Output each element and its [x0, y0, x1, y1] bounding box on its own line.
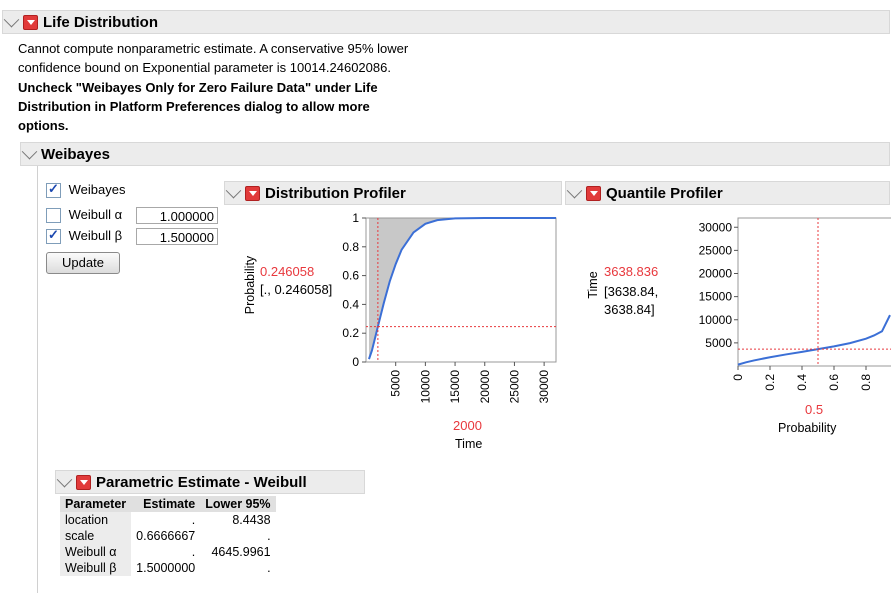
quant-y-value[interactable]: 3638.836 — [604, 264, 658, 279]
table-row: scale 0.6666667. — [60, 528, 276, 544]
life-distribution-title: Life Distribution — [43, 13, 158, 31]
weibull-alpha-row[interactable]: Weibull α — [46, 207, 123, 224]
quant-y-axis-label: Time — [586, 271, 600, 299]
weibayes-checkbox-row[interactable]: Weibayes — [46, 181, 126, 199]
parametric-estimate-table-wrap: Parameter Estimate Lower 95% location. 8.44… — [60, 496, 276, 576]
y-tick-label: 0.2 — [342, 326, 359, 340]
column-header: Lower 95% — [200, 496, 276, 512]
message-line: Cannot compute nonparametric estimate. A… — [18, 41, 409, 56]
distribution-profiler-title: Distribution Profiler — [265, 184, 406, 202]
x-tick-label: 5000 — [389, 370, 403, 397]
table-row: Weibull β 1.5000000. — [60, 560, 276, 576]
weibull-alpha-label: Weibull α — [68, 207, 123, 222]
dist-x-value[interactable]: 2000 — [453, 418, 482, 433]
dist-x-axis-label: Time — [455, 437, 483, 451]
collapse-disclosure-icon[interactable] — [56, 471, 73, 487]
distribution-profiler-plot[interactable]: 00.20.40.60.815000 10000 15000 20000 25000 30… — [330, 210, 560, 450]
collapse-disclosure-icon[interactable] — [3, 11, 20, 27]
life-distribution-header[interactable]: Life Distribution — [2, 10, 890, 34]
weibull-alpha-checkbox[interactable] — [46, 208, 61, 224]
warning-line: Distribution in Platform Preferences dia… — [18, 99, 370, 114]
quant-x-value[interactable]: 0.5 — [805, 402, 823, 417]
table-cell: scale — [60, 528, 132, 544]
weibull-beta-checkbox[interactable] — [46, 227, 61, 245]
quantile-profiler-plot[interactable]: 5000 10000 15000 20000 25000 30000 0 0.2 0.4 0.6 0… — [660, 210, 891, 410]
y-tick-label: 1 — [352, 211, 359, 225]
red-triangle-menu-icon[interactable] — [586, 185, 601, 201]
table-cell: Weibull β — [60, 560, 132, 576]
y-tick-label: 25000 — [699, 243, 733, 257]
x-tick-label: 0 — [731, 374, 745, 381]
weibull-beta-row[interactable]: Weibull β — [46, 227, 123, 245]
weibull-beta-label: Weibull β — [68, 228, 123, 243]
y-tick-label: 0.8 — [342, 240, 359, 254]
distribution-profiler-header[interactable]: Distribution Profiler — [224, 181, 562, 205]
weibull-alpha-input[interactable]: 1.000000 — [136, 207, 218, 224]
dist-y-axis-label: Probability — [243, 255, 257, 315]
update-button[interactable]: Update — [46, 252, 120, 274]
quant-x-axis-label: Probability — [778, 421, 837, 435]
table-cell: . — [267, 529, 271, 543]
confidence-band — [368, 218, 556, 360]
quantile-profiler-header[interactable]: Quantile Profiler — [565, 181, 890, 205]
x-tick-label: 0.4 — [795, 374, 809, 391]
red-triangle-menu-icon[interactable] — [245, 185, 260, 201]
collapse-disclosure-icon[interactable] — [566, 182, 583, 198]
y-tick-label: 20000 — [699, 267, 733, 281]
parametric-estimate-header[interactable]: Parametric Estimate - Weibull — [55, 470, 365, 494]
quantile-profiler-title: Quantile Profiler — [606, 184, 723, 202]
x-tick-label: 0.8 — [859, 374, 873, 391]
x-tick-label: 15000 — [448, 370, 462, 404]
red-triangle-menu-icon[interactable] — [76, 474, 91, 490]
x-tick-label: 25000 — [507, 370, 521, 404]
y-tick-label: 10000 — [699, 313, 733, 327]
table-cell: . — [267, 561, 271, 575]
weibayes-header[interactable]: Weibayes — [20, 142, 890, 166]
table-cell: 8.4438 — [232, 513, 271, 527]
quant-y-interval: [3638.84, 3638.84] — [604, 283, 658, 319]
collapse-disclosure-icon[interactable] — [225, 182, 242, 198]
table-cell: Weibull α — [60, 544, 132, 560]
weibayes-title: Weibayes — [41, 145, 110, 163]
collapse-disclosure-icon[interactable] — [21, 143, 38, 159]
message-text: Cannot compute nonparametric estimate. A… — [18, 39, 408, 77]
table-cell: 4645.9961 — [211, 545, 271, 559]
x-tick-label: 10000 — [418, 370, 432, 404]
warning-line: options. — [18, 118, 69, 133]
column-header: Parameter — [60, 496, 132, 512]
table-row: Weibull α. 4645.9961 — [60, 544, 276, 560]
weibayes-checkbox[interactable] — [46, 181, 61, 199]
table-cell: . — [191, 545, 196, 559]
y-tick-label: 0.4 — [342, 297, 359, 311]
table-cell: 0.6666667 — [136, 529, 196, 543]
warning-line: Uncheck "Weibayes Only for Zero Failure … — [18, 80, 378, 95]
parametric-estimate-table: Parameter Estimate Lower 95% location. 8.44… — [60, 496, 276, 576]
plot-frame — [737, 217, 891, 367]
y-tick-label: 30000 — [699, 220, 733, 234]
table-row: location. 8.4438 — [60, 512, 276, 528]
dist-y-interval: [., 0.246058] — [260, 282, 333, 297]
quant-interval-line: 3638.84] — [604, 302, 655, 317]
table-cell: 1.5000000 — [136, 561, 196, 575]
table-cell: location — [60, 512, 132, 528]
warning-text: Uncheck "Weibayes Only for Zero Failure … — [18, 78, 378, 135]
x-tick-label: 20000 — [478, 370, 492, 404]
quant-interval-line: [3638.84, — [604, 284, 659, 299]
y-tick-label: 5000 — [705, 336, 732, 350]
x-tick-label: 0.2 — [763, 374, 777, 391]
dist-y-value[interactable]: 0.246058 — [260, 264, 314, 279]
weibull-beta-input[interactable]: 1.500000 — [136, 228, 218, 245]
red-triangle-menu-icon[interactable] — [23, 14, 38, 30]
parametric-estimate-title: Parametric Estimate - Weibull — [96, 473, 307, 491]
y-tick-label: 0.6 — [342, 269, 359, 283]
column-header: Estimate — [131, 496, 201, 512]
message-line: confidence bound on Exponential paramete… — [18, 60, 391, 75]
y-tick-label: 0 — [352, 355, 359, 369]
x-tick-label: 0.6 — [827, 374, 841, 391]
y-tick-label: 15000 — [699, 290, 733, 304]
x-tick-label: 30000 — [537, 370, 551, 404]
table-cell: . — [191, 513, 196, 527]
weibayes-checkbox-label: Weibayes — [68, 182, 126, 197]
